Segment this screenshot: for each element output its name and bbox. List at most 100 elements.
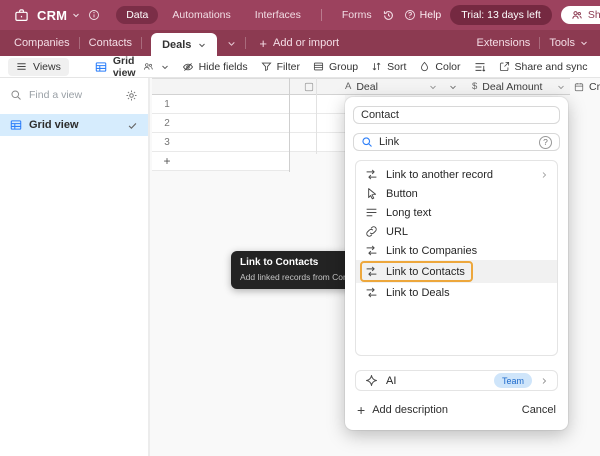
row-number: 2 (164, 118, 170, 129)
nav-divider (320, 9, 322, 21)
cancel-button[interactable]: Cancel (522, 404, 556, 416)
long-text-icon (366, 208, 377, 217)
sort-button[interactable]: Sort (371, 61, 406, 73)
share-and-sync-button[interactable]: Share and sync (499, 60, 588, 73)
hamburger-icon (17, 63, 26, 70)
field-type-label: Link to Contacts (386, 265, 465, 278)
column-header-deal-amount[interactable]: $ Deal Amount (472, 79, 565, 94)
tabsbar-right-group: Extensions Tools (477, 37, 589, 49)
column-header-created-date[interactable]: Created Date (574, 79, 600, 94)
nav-data[interactable]: Data (116, 6, 159, 24)
field-type-url[interactable]: URL (356, 222, 557, 241)
tab-contacts[interactable]: Contacts (89, 37, 132, 49)
tools-chevron-icon (581, 41, 587, 46)
field-name-input[interactable] (361, 109, 552, 121)
find-view-row (0, 83, 148, 107)
grid-view-label: Grid view (112, 54, 136, 79)
share-button[interactable]: Share (560, 6, 600, 24)
trial-badge: Trial: 13 days left (450, 5, 552, 25)
ai-field-option[interactable]: AI Team (355, 370, 558, 391)
nav-automations[interactable]: Automations (162, 6, 240, 24)
help-button[interactable]: Help (404, 9, 441, 21)
check-icon (127, 120, 138, 131)
field-type-long-text[interactable]: Long text (356, 203, 557, 222)
column-label: Deal (356, 80, 378, 93)
column-chevron-icon[interactable] (557, 83, 565, 91)
extensions-button[interactable]: Extensions (477, 37, 531, 49)
app-title: CRM (37, 7, 68, 23)
share-sync-icon (499, 61, 509, 72)
column-header-new[interactable] (440, 79, 465, 94)
column-header-deal[interactable]: A Deal (304, 79, 437, 94)
field-type-link-to-another-record[interactable]: Link to another record (356, 165, 557, 184)
column-chevron-icon[interactable] (429, 83, 437, 91)
ai-sparkle-icon (365, 374, 378, 387)
app-window: CRM Data Automations Interfaces Forms He… (0, 0, 600, 456)
tab-companies[interactable]: Companies (14, 37, 70, 49)
field-type-link-to-deals[interactable]: Link to Deals (356, 283, 557, 302)
highlight-outline: Link to Contacts (360, 261, 473, 282)
field-type-button[interactable]: Button (356, 184, 557, 203)
add-row-button[interactable]: + (152, 152, 289, 171)
group-label: Group (328, 60, 359, 73)
field-type-label: URL (386, 225, 409, 238)
group-icon (313, 62, 323, 71)
add-or-import-button[interactable]: + Add or import (259, 37, 339, 50)
text-field-icon: A (345, 81, 352, 92)
color-button[interactable]: Color (419, 60, 461, 73)
button-field-icon (368, 188, 377, 200)
field-type-link-to-companies[interactable]: Link to Companies (356, 241, 557, 260)
base-logo-icon[interactable] (14, 8, 29, 23)
column-divider[interactable] (316, 78, 317, 154)
group-button[interactable]: Group (313, 61, 358, 73)
base-info-icon[interactable] (88, 9, 100, 21)
share-sync-label: Share and sync (514, 60, 588, 73)
row-number: 1 (164, 99, 170, 110)
field-type-search-box: ? (353, 133, 560, 151)
views-button[interactable]: Views (8, 57, 69, 76)
tab-deals-active[interactable]: Deals (151, 33, 218, 56)
chevron-right-icon (542, 377, 547, 384)
filter-button[interactable]: Filter (261, 61, 300, 73)
history-icon[interactable] (382, 9, 395, 22)
chevron-right-icon (540, 171, 548, 179)
view-toolbar: Views Grid view Hide fields Filter Group… (0, 55, 600, 79)
row-checkbox[interactable] (304, 82, 314, 92)
sidebar-item-grid-view[interactable]: Grid view (0, 114, 148, 136)
add-description-label: Add description (372, 404, 449, 416)
search-icon (11, 90, 21, 100)
views-sidebar: Grid view (0, 78, 150, 456)
field-type-label: Link to Companies (386, 244, 478, 257)
plus-icon: + (259, 35, 268, 51)
add-description-button[interactable]: + Add description (357, 403, 448, 417)
linked-record-icon (366, 266, 377, 277)
grid-view-selector[interactable]: Grid view (95, 55, 169, 79)
grid-view-icon (10, 120, 22, 130)
add-or-import-label: Add or import (273, 37, 340, 49)
field-type-label: Link to another record (386, 168, 494, 181)
team-badge: Team (493, 373, 532, 388)
linked-record-icon (366, 169, 377, 180)
find-view-input[interactable] (29, 89, 118, 101)
sort-label: Sort (387, 60, 407, 73)
color-icon (421, 61, 429, 72)
field-type-label: Link to Deals (386, 286, 450, 299)
field-type-search-input[interactable] (379, 136, 533, 148)
nav-forms[interactable]: Forms (332, 6, 382, 24)
row-height-button[interactable] (474, 61, 486, 73)
collaborators-icon (143, 63, 153, 70)
color-label: Color (435, 60, 461, 73)
sort-icon (372, 62, 381, 71)
table-list-chevron-icon[interactable] (227, 39, 236, 48)
field-type-link-to-contacts-highlighted[interactable]: Link to Contacts (356, 260, 557, 283)
view-settings-gear-icon[interactable] (125, 89, 138, 102)
ai-label: AI (386, 374, 397, 387)
nav-interfaces[interactable]: Interfaces (245, 6, 311, 24)
column-label: Created Date (589, 80, 600, 93)
hide-fields-label: Hide fields (198, 60, 248, 73)
tools-button[interactable]: Tools (549, 37, 588, 49)
column-divider[interactable] (289, 78, 290, 172)
hide-fields-button[interactable]: Hide fields (182, 61, 248, 73)
app-menu-chevron-icon[interactable] (72, 11, 80, 19)
help-circle-icon[interactable]: ? (539, 135, 552, 149)
